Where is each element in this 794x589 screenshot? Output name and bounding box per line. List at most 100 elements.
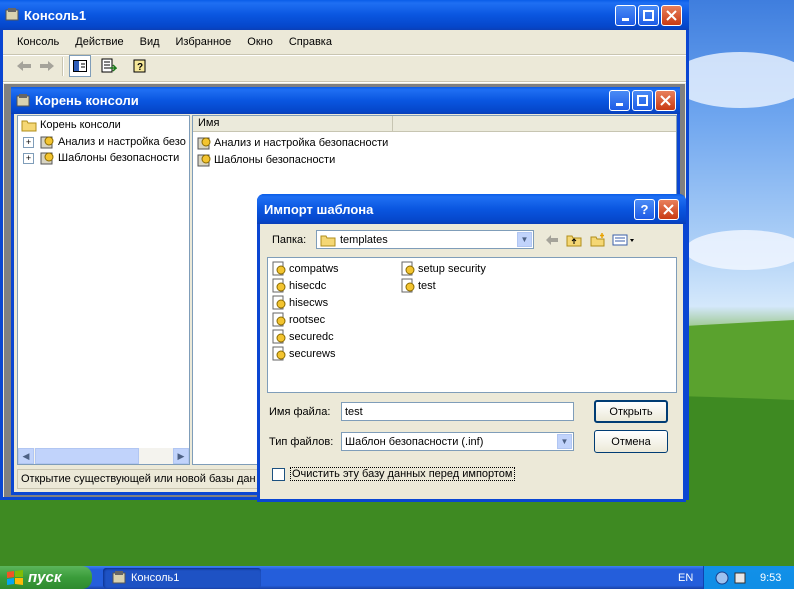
child-window-titlebar[interactable]: Корень консоли — [11, 87, 680, 114]
file-item[interactable]: rootsec — [271, 312, 325, 328]
clock[interactable]: 9:53 — [760, 572, 781, 584]
network-tray-icon[interactable] — [714, 570, 730, 586]
menu-window[interactable]: Окно — [247, 36, 273, 52]
dialog-body: Папка: templates ▼ compatws hisecdc hise… — [260, 224, 683, 499]
view-menu-button[interactable] — [610, 229, 638, 251]
template-file-icon — [272, 261, 286, 276]
template-file-icon — [272, 312, 286, 327]
close-icon — [663, 204, 674, 215]
child-close-button[interactable] — [655, 90, 676, 111]
back-arrow-icon — [546, 235, 558, 245]
security-tray-icon[interactable] — [732, 570, 748, 586]
minimize-icon — [615, 102, 623, 106]
file-item-selected[interactable]: test — [400, 278, 436, 294]
main-minimize-button[interactable] — [615, 5, 636, 26]
tree-item-analysis[interactable]: + Анализ и настройка безо — [23, 134, 186, 150]
export-list-button[interactable] — [98, 55, 120, 77]
security-templates-icon — [40, 152, 54, 165]
help-toolbar-button[interactable]: ? — [129, 55, 151, 77]
clear-database-checkbox-label[interactable]: Очистить эту базу данных перед импортом — [290, 467, 515, 481]
file-item[interactable]: securedc — [271, 329, 334, 345]
template-file-icon — [401, 278, 415, 293]
menu-view[interactable]: Вид — [140, 36, 160, 52]
filename-input[interactable]: test — [341, 402, 574, 421]
scroll-left-button[interactable]: ◀ — [18, 448, 34, 464]
folder-dropdown-arrow[interactable]: ▼ — [517, 232, 532, 247]
open-button-label: Открыть — [609, 405, 653, 418]
folder-label: Папка: — [272, 234, 307, 246]
folder-back-button[interactable] — [541, 229, 563, 251]
list-item-analysis-label: Анализ и настройка безопасности — [214, 137, 389, 149]
folder-icon — [21, 120, 37, 132]
file-item[interactable]: hisecdc — [271, 278, 326, 294]
mmc-app-icon — [4, 7, 20, 23]
child-minimize-button[interactable] — [609, 90, 630, 111]
list-item-analysis[interactable]: Анализ и настройка безопасности — [196, 135, 388, 151]
dialog-titlebar[interactable]: Импорт шаблона — [257, 194, 686, 224]
main-close-button[interactable] — [661, 5, 682, 26]
dialog-help-button[interactable]: ? — [634, 199, 655, 220]
file-item-label: test — [418, 280, 436, 292]
file-item-label: rootsec — [289, 314, 326, 326]
list-item-templates-label: Шаблоны безопасности — [214, 154, 336, 166]
tree-horizontal-scrollbar[interactable]: ◀ ▶ — [18, 448, 189, 464]
up-one-level-button[interactable] — [563, 229, 585, 251]
filetype-value: Шаблон безопасности (.inf) — [345, 435, 484, 448]
folder-up-icon — [566, 235, 582, 247]
filename-value: test — [345, 405, 363, 418]
file-item[interactable]: hisecws — [271, 295, 328, 311]
template-file-icon — [272, 295, 286, 310]
console-tree-icon — [73, 60, 87, 72]
cancel-button[interactable]: Отмена — [594, 430, 668, 453]
scroll-right-button[interactable]: ▶ — [173, 448, 189, 464]
file-item-label: securews — [289, 348, 336, 360]
taskbar-task-console[interactable]: Консоль1 — [103, 568, 261, 588]
language-indicator[interactable]: EN — [678, 572, 693, 584]
template-file-icon — [272, 278, 286, 293]
toolbar-separator — [62, 57, 64, 76]
toolbar-bottom-divider — [3, 81, 686, 83]
menu-favorites[interactable]: Избранное — [176, 36, 232, 52]
child-maximize-button[interactable] — [632, 90, 653, 111]
folder-combobox[interactable]: templates ▼ — [316, 230, 534, 249]
column-header-name[interactable]: Имя — [193, 116, 393, 132]
help-book-icon: ? — [133, 59, 146, 73]
filetype-combobox[interactable]: Шаблон безопасности (.inf) ▼ — [341, 432, 574, 451]
back-arrow-icon — [17, 61, 31, 71]
mmc-app-icon — [112, 571, 126, 584]
main-maximize-button[interactable] — [638, 5, 659, 26]
show-hide-tree-button[interactable] — [69, 55, 91, 77]
list-item-templates[interactable]: Шаблоны безопасности — [196, 152, 335, 168]
clear-database-checkbox[interactable] — [272, 468, 285, 481]
scroll-thumb[interactable] — [35, 448, 139, 464]
start-button[interactable]: пуск — [0, 566, 92, 589]
menu-bar: Консоль Действие Вид Избранное Окно Спра… — [17, 36, 348, 52]
menu-action[interactable]: Действие — [75, 36, 123, 52]
dialog-close-button[interactable] — [658, 199, 679, 220]
open-button[interactable]: Открыть — [594, 400, 668, 423]
back-button[interactable] — [13, 55, 35, 77]
file-item-label: hisecws — [289, 297, 329, 309]
child-window-title: Корень консоли — [35, 93, 139, 108]
forward-button[interactable] — [36, 55, 58, 77]
taskbar: пуск Консоль1 EN 9:53 — [0, 566, 794, 589]
tree-root-label: Корень консоли — [40, 119, 121, 131]
tree-root-item[interactable]: Корень консоли — [21, 118, 121, 132]
menu-console[interactable]: Консоль — [17, 36, 59, 52]
file-item[interactable]: compatws — [271, 261, 339, 277]
dialog-title: Импорт шаблона — [264, 201, 374, 217]
tree-item-templates[interactable]: + Шаблоны безопасности — [23, 150, 179, 166]
expand-plus-icon[interactable]: + — [23, 152, 34, 164]
file-item[interactable]: setup security — [400, 261, 486, 277]
file-item-label: compatws — [289, 263, 339, 275]
tree-pane[interactable]: Корень консоли + Анализ и настройка безо… — [17, 115, 190, 465]
file-item[interactable]: securews — [271, 346, 335, 362]
svg-text:?: ? — [137, 62, 143, 73]
main-window-titlebar[interactable]: Консоль1 — [0, 0, 689, 30]
file-list[interactable]: compatws hisecdc hisecws rootsec secured… — [267, 257, 677, 393]
filetype-dropdown-arrow[interactable]: ▼ — [557, 434, 572, 449]
new-folder-button[interactable] — [587, 229, 609, 251]
menu-help[interactable]: Справка — [289, 36, 332, 52]
folder-icon — [320, 235, 336, 246]
expand-plus-icon[interactable]: + — [23, 136, 34, 148]
